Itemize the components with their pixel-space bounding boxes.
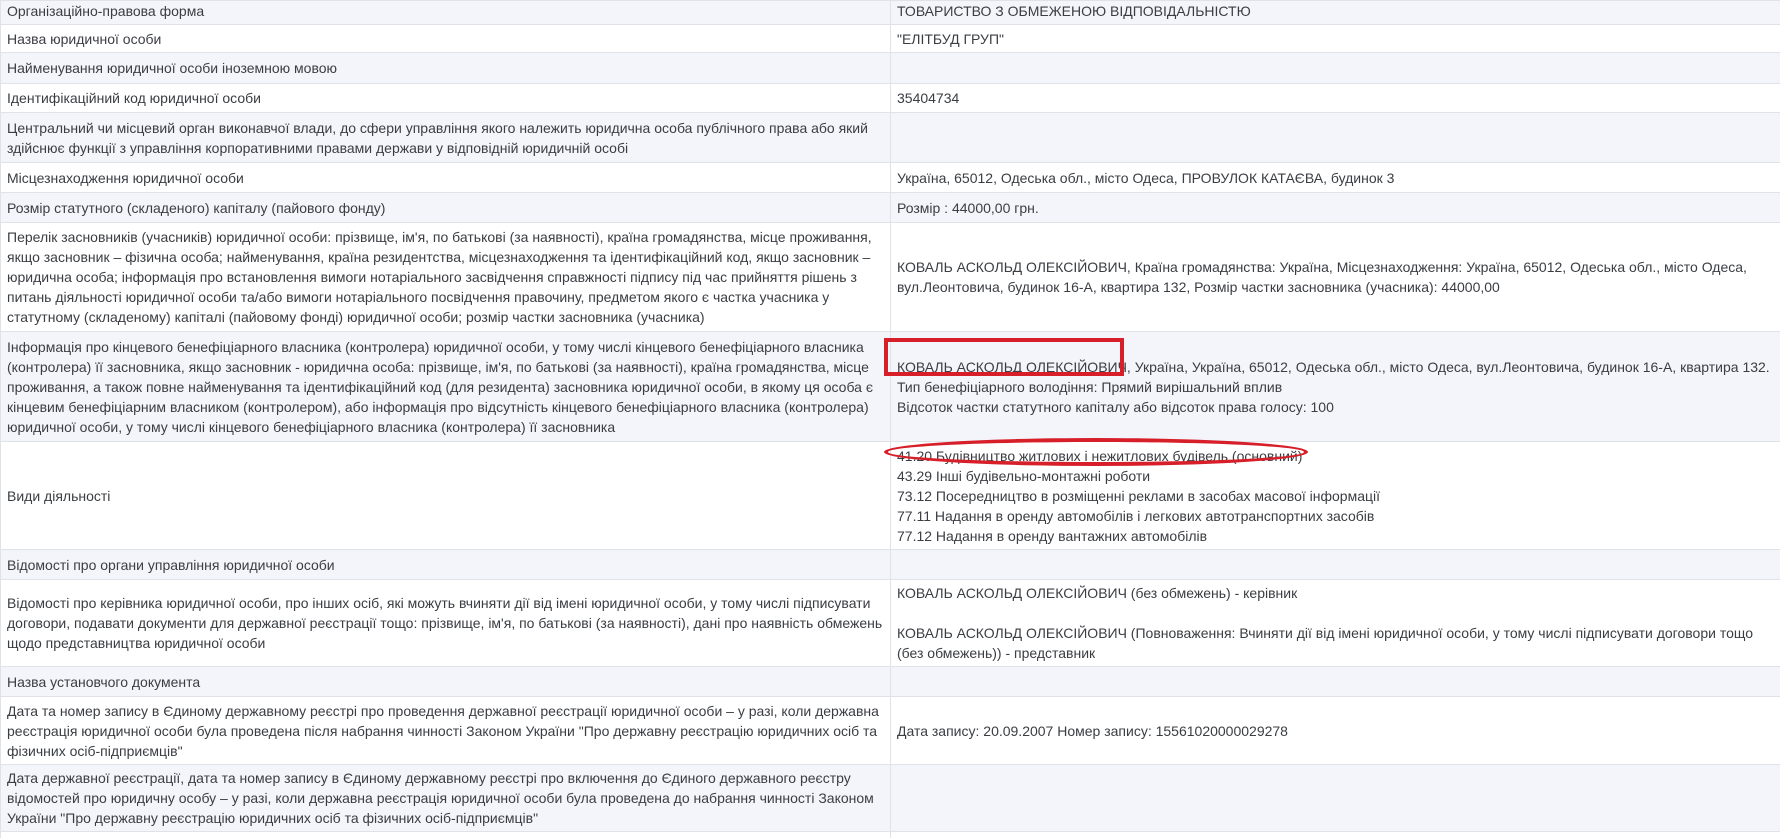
field-value xyxy=(890,831,1780,838)
value-line: Тип бенефіціарного володіння: Прямий вир… xyxy=(897,378,1283,395)
field-value: ТОВАРИСТВО З ОБМЕЖЕНОЮ ВІДПОВІДАЛЬНІСТЮ xyxy=(890,0,1780,25)
table-row: Назва юридичної особи "ЕЛІТБУД ГРУП" xyxy=(0,24,1780,53)
value-line: Відсоток частки статутного капіталу або … xyxy=(897,398,1334,415)
field-label: Відомості про органи управління юридично… xyxy=(0,549,891,580)
field-value xyxy=(890,112,1780,163)
table-row: Відомості про органи управління юридично… xyxy=(0,549,1780,580)
value-line: "ЕЛІТБУД ГРУП" xyxy=(897,30,1004,47)
field-label: Назва установчого документа xyxy=(0,666,891,697)
value-line: 35404734 xyxy=(897,90,960,106)
table-row: Види діяльності 41.20 Будівництво житлов… xyxy=(0,441,1780,550)
table-row: Центральний чи місцевий орган виконавчої… xyxy=(0,112,1780,163)
registry-page: Організаційно-правова форма ТОВАРИСТВО З… xyxy=(0,0,1780,838)
table-row: Організаційно-правова форма ТОВАРИСТВО З… xyxy=(0,0,1780,25)
field-value: 35404734 xyxy=(890,83,1780,113)
table-row: Найменування юридичної особи іноземною м… xyxy=(0,52,1780,84)
field-label: Найменування юридичної особи іноземною м… xyxy=(0,52,891,84)
field-label: Відомості про керівника юридичної особи,… xyxy=(0,579,891,667)
field-value xyxy=(890,549,1780,580)
value-line: КОВАЛЬ АСКОЛЬД ОЛЕКСІЙОВИЧ (без обмежень… xyxy=(897,585,1298,601)
activity-line: 73.12 Посередництво в розміщенні реклами… xyxy=(897,487,1380,504)
table-row: Дата державної реєстрації, дата та номер… xyxy=(0,764,1780,832)
field-value: "ЕЛІТБУД ГРУП" xyxy=(890,24,1780,53)
field-label: Організаційно-правова форма xyxy=(0,0,891,25)
table-row: Відомості про керівника юридичної особи,… xyxy=(0,579,1780,667)
field-value: КОВАЛЬ АСКОЛЬД ОЛЕКСІЙОВИЧ, Країна грома… xyxy=(890,222,1780,332)
value-line: Україна, 65012, Одеська обл., місто Одес… xyxy=(897,169,1395,186)
field-label: Перелік засновників (учасників) юридично… xyxy=(0,222,891,332)
value-line: ТОВАРИСТВО З ОБМЕЖЕНОЮ ВІДПОВІДАЛЬНІСТЮ xyxy=(897,3,1251,19)
field-value xyxy=(890,764,1780,832)
field-value xyxy=(890,666,1780,697)
field-label: Дата державної реєстрації, дата та номер… xyxy=(0,764,891,832)
field-value: Україна, 65012, Одеська обл., місто Одес… xyxy=(890,162,1780,193)
field-label: Центральний чи місцевий орган виконавчої… xyxy=(0,112,891,163)
field-label: Місцезнаходження юридичної особи xyxy=(0,162,891,193)
table-row: Дата та номер запису в Єдиному державном… xyxy=(0,696,1780,765)
field-label: Розмір статутного (складеного) капіталу … xyxy=(0,192,891,223)
table-row: Назва установчого документа xyxy=(0,666,1780,697)
table-row: Місцезнаходження юридичної особи Україна… xyxy=(0,162,1780,193)
table-row: Розмір статутного (складеного) капіталу … xyxy=(0,192,1780,223)
field-value: Дата запису: 20.09.2007 Номер запису: 15… xyxy=(890,696,1780,765)
field-label: Інформація про кінцевого бенефіціарного … xyxy=(0,331,891,442)
field-value: КОВАЛЬ АСКОЛЬД ОЛЕКСІЙОВИЧ (без обмежень… xyxy=(890,579,1780,667)
table-row: Ідентифікаційний код юридичної особи 354… xyxy=(0,83,1780,113)
activity-line: 43.29 Інші будівельно-монтажні роботи xyxy=(897,467,1151,484)
registry-table: Організаційно-правова форма ТОВАРИСТВО З… xyxy=(0,0,1780,838)
field-value: Розмір : 44000,00 грн. xyxy=(890,192,1780,223)
table-row: Перелік засновників (учасників) юридично… xyxy=(0,222,1780,332)
value-line: Дата запису: 20.09.2007 Номер запису: 15… xyxy=(897,722,1288,739)
value-line: КОВАЛЬ АСКОЛЬД ОЛЕКСІЙОВИЧ (Повноваження… xyxy=(897,625,1754,661)
highlight-rectangle xyxy=(884,338,1124,376)
activity-line: 77.12 Надання в оренду вантажних автомоб… xyxy=(897,527,1208,544)
highlight-ellipse xyxy=(884,438,1308,466)
field-label: Види діяльності xyxy=(0,441,891,550)
field-label: Дата та номер запису в Єдиному державном… xyxy=(0,696,891,765)
field-label: Ідентифікаційний код юридичної особи xyxy=(0,83,891,113)
table-row xyxy=(0,831,1780,838)
field-label: Назва юридичної особи xyxy=(0,24,891,53)
activity-line: 77.11 Надання в оренду автомобілів і лег… xyxy=(897,507,1375,524)
value-line: Розмір : 44000,00 грн. xyxy=(897,199,1039,216)
field-value xyxy=(890,52,1780,84)
field-label xyxy=(0,831,891,838)
